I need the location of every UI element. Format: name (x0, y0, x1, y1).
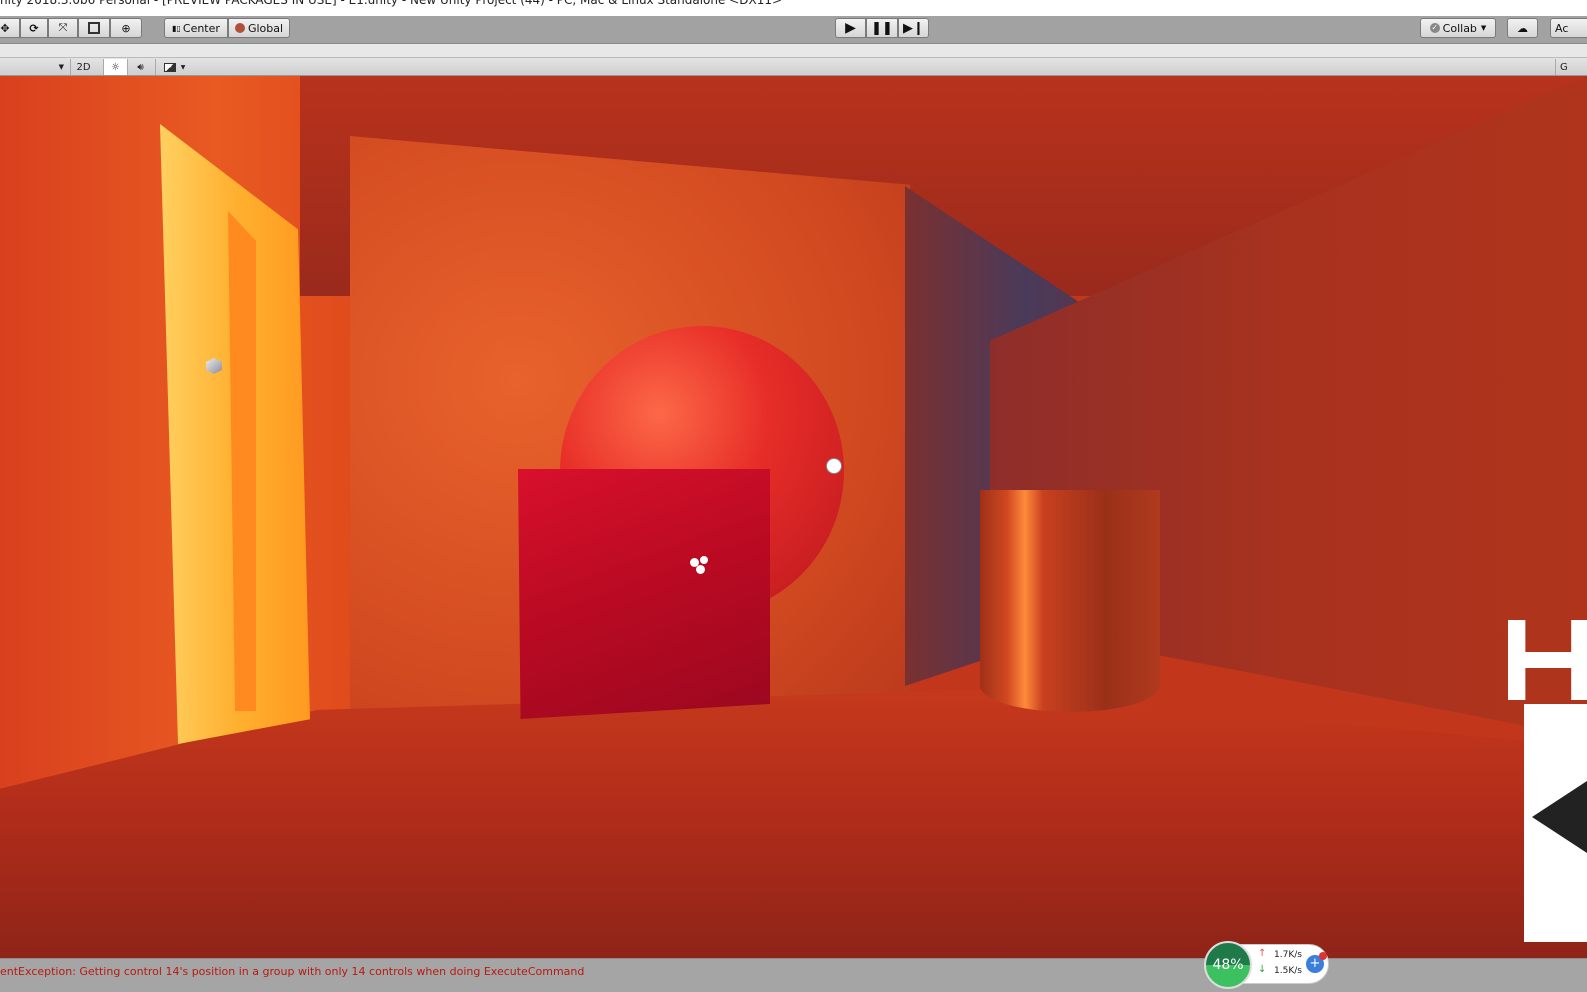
move-icon: ✥ (0, 21, 10, 35)
pivot-icon: ▮▯ (172, 23, 181, 33)
notification-dot (1319, 952, 1327, 960)
red-cube[interactable] (518, 469, 770, 719)
2d-toggle[interactable]: 2D (70, 59, 96, 75)
boost-button[interactable]: + (1306, 952, 1327, 973)
scale-tool-button[interactable]: ⤧ (48, 18, 78, 38)
collab-dropdown[interactable]: ✓ Collab ▼ (1420, 18, 1496, 38)
chevron-down-icon: ▼ (58, 63, 64, 71)
particle-gizmo-icon[interactable] (690, 554, 710, 576)
network-widget[interactable]: 48% ↑ ↓ 1.7K/s 1.5K/s + (1204, 941, 1329, 989)
play-button[interactable]: ▶ (835, 18, 866, 38)
speaker-icon: 🔊︎ (137, 61, 144, 73)
chevron-down-icon: ▼ (1480, 24, 1487, 32)
console-error-message[interactable]: entException: Getting control 14's posit… (0, 965, 584, 978)
reflection-probe-gizmo-icon[interactable] (826, 458, 842, 474)
upload-arrow-icon: ↑ (1258, 948, 1267, 959)
move-tool-button[interactable]: ✥ (0, 18, 20, 38)
rotate-tool-button[interactable]: ⟳ (20, 18, 48, 38)
shading-mode-dropdown[interactable]: ▼ (0, 59, 68, 75)
chevron-down-icon: ▼ (180, 63, 186, 71)
pivot-center-button[interactable]: ▮▯ Center (164, 18, 228, 38)
lighting-toggle[interactable]: ☼ (103, 59, 127, 75)
cloud-button[interactable]: ☁ (1507, 18, 1538, 38)
sun-icon: ☼ (111, 61, 120, 73)
rect-icon (88, 22, 100, 34)
scene-toolbar: ▼ 2D ☼ 🔊︎ ▼ G (0, 58, 1587, 76)
scene-view[interactable] (0, 76, 1587, 958)
step-button[interactable]: ▶❙ (898, 18, 929, 38)
check-icon: ✓ (1429, 23, 1440, 33)
transform-tool-button[interactable]: ⊕ (110, 18, 142, 38)
window-title: nity 2018.3.0b6 Personal - [PREVIEW PACK… (0, 0, 1587, 16)
transform-icon: ⊕ (121, 21, 131, 35)
memory-percent-badge[interactable]: 48% (1204, 941, 1252, 989)
orange-cylinder[interactable] (980, 490, 1160, 712)
dot (700, 556, 708, 564)
cloud-icon: ☁ (1517, 21, 1528, 35)
dot (696, 565, 705, 574)
effects-dropdown[interactable]: ▼ (155, 59, 193, 75)
download-arrow-icon: ↓ (1258, 964, 1267, 975)
status-bar[interactable]: entException: Getting control 14's posit… (0, 958, 1587, 992)
pause-button[interactable]: ❚❚ (866, 18, 898, 38)
tab-strip (0, 44, 1587, 58)
play-icon: ▶ (845, 20, 856, 36)
main-toolbar: ✥ ⟳ ⤧ ⊕ ▮▯ Center Global ▶ ❚❚ ▶❙ ✓ Collab ▼… (0, 16, 1587, 44)
rect-tool-button[interactable] (78, 18, 110, 38)
pause-icon: ❚❚ (871, 20, 893, 36)
rotate-icon: ⟳ (29, 21, 39, 35)
download-speed: 1.5K/s (1274, 966, 1302, 976)
step-icon: ▶❙ (903, 20, 924, 36)
gizmos-dropdown[interactable]: G (1555, 59, 1587, 75)
audio-toggle[interactable]: 🔊︎ (127, 59, 153, 75)
globe-icon (234, 23, 245, 33)
scale-icon: ⤧ (58, 21, 68, 34)
account-dropdown[interactable]: Ac (1550, 18, 1587, 38)
upload-speed: 1.7K/s (1274, 950, 1302, 960)
image-icon (163, 62, 176, 72)
global-space-button[interactable]: Global (228, 18, 290, 38)
